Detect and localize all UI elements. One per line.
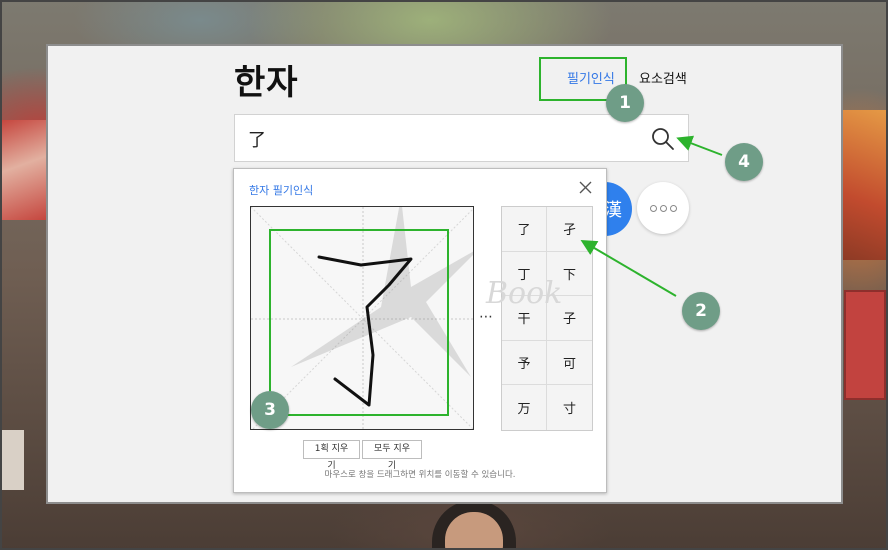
step-badge-4: 4 [725, 143, 763, 181]
candidate-item[interactable]: 予 [502, 340, 547, 386]
background-sign-right [844, 290, 886, 400]
clear-all-button[interactable]: 모두 지우기 [362, 440, 422, 471]
background-sign-left [2, 430, 24, 490]
candidate-item[interactable]: 万 [502, 385, 547, 430]
candidate-item[interactable]: 孑 [547, 207, 592, 252]
step-badge-3: 3 [251, 391, 289, 429]
more-candidates-indicator: ⋯ [479, 309, 494, 325]
candidate-item[interactable]: 了 [502, 207, 547, 252]
close-icon[interactable] [579, 181, 592, 194]
background-awning-left [0, 120, 48, 220]
background-awning-right [842, 110, 888, 260]
search-input-value: 了 [248, 130, 266, 151]
more-button[interactable] [637, 182, 689, 234]
clear-stroke-button[interactable]: 1획 지우기 [303, 440, 360, 471]
popup-title: 한자 필기인식 [249, 184, 314, 197]
tab-handwriting[interactable]: 필기인식 [567, 68, 615, 87]
more-dot-icon [659, 204, 667, 212]
tab-element-search[interactable]: 요소검색 [639, 68, 687, 87]
page-title: 한자 [234, 63, 299, 103]
more-dot-icon [669, 204, 677, 212]
drag-hint-text: 마우스로 창을 드래그하면 위치를 이동할 수 있습니다. [324, 470, 516, 480]
more-dot-icon [649, 204, 657, 212]
search-icon[interactable] [650, 126, 676, 152]
handwriting-popup[interactable]: 한자 필기인식 ⋯ 了 孑 丁 下 干 子 予 可 万 寸 1획 지우기 모두 … [233, 168, 607, 493]
handwriting-canvas-drawing [251, 207, 473, 429]
step-badge-1: 1 [606, 84, 644, 122]
candidate-item[interactable]: 可 [547, 341, 592, 386]
watermark-text: Book [486, 276, 563, 311]
candidate-item[interactable]: 寸 [547, 385, 592, 430]
candidate-list: 了 孑 丁 下 干 子 予 可 万 寸 [501, 206, 593, 431]
step-badge-2: 2 [682, 292, 720, 330]
